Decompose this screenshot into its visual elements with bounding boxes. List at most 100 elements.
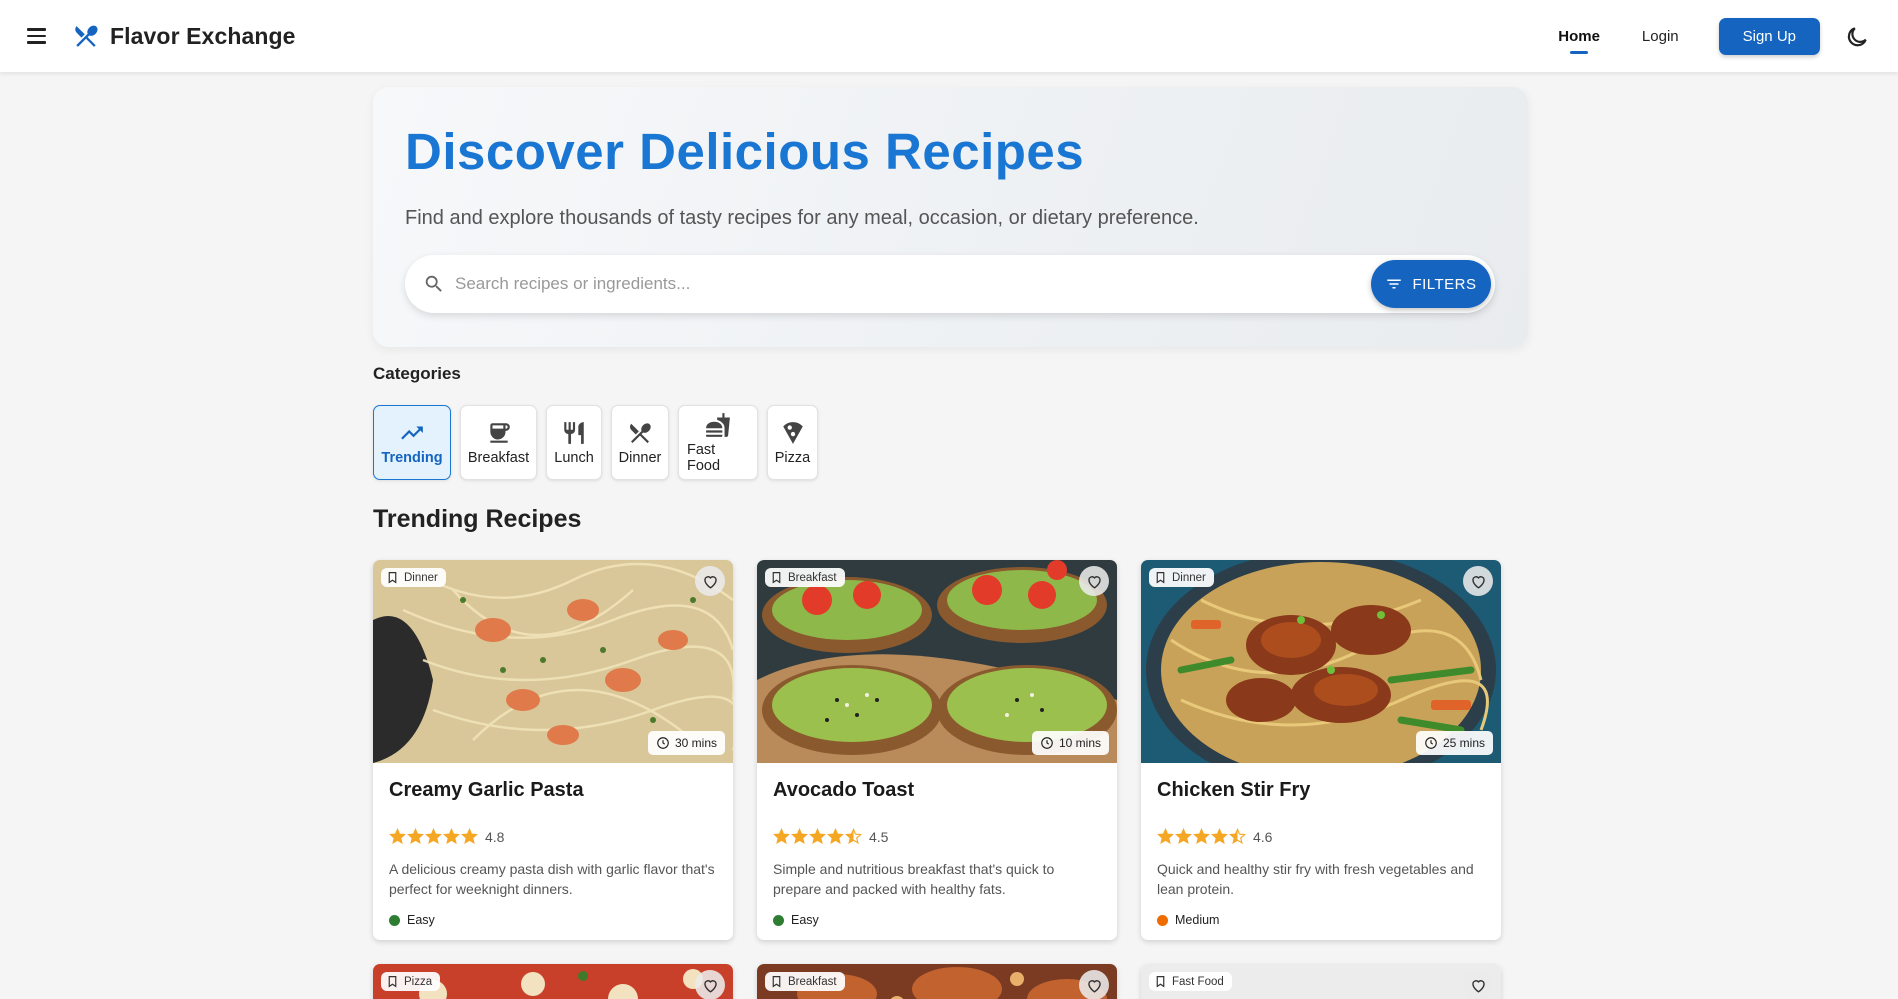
difficulty-dot <box>389 914 400 926</box>
category-tag: Breakfast <box>765 972 845 991</box>
restaurant-icon <box>564 421 584 444</box>
star-full-icon <box>461 828 478 845</box>
category-label: Lunch <box>554 449 594 466</box>
app-bar: Flavor Exchange Home Login Sign Up <box>0 0 1898 72</box>
difficulty-dot <box>1157 914 1168 926</box>
favorite-button[interactable] <box>1079 566 1109 596</box>
category-label: Breakfast <box>467 449 530 466</box>
search-icon <box>425 275 442 292</box>
star-full-icon <box>1211 828 1228 845</box>
category-label: Dinner <box>618 449 662 466</box>
hero-section: Discover Delicious Recipes Find and expl… <box>373 87 1528 347</box>
search-input[interactable] <box>455 274 1335 294</box>
category-lunch[interactable]: Lunch <box>546 405 602 480</box>
category-fast-food[interactable]: Fast Food <box>678 405 758 480</box>
category-dinner[interactable]: Dinner <box>611 405 669 480</box>
fastfood-icon <box>706 412 730 437</box>
recipe-card[interactable]: Dinner 30 mins Creamy Garlic Pasta 4.8 A… <box>373 560 733 940</box>
star-full-icon <box>809 828 826 845</box>
favorite-button[interactable] <box>695 970 725 999</box>
cook-time-badge: 25 mins <box>1415 731 1493 755</box>
recipe-card[interactable]: Pizza <box>373 964 733 999</box>
recipe-description: Quick and healthy stir fry with fresh ve… <box>1157 861 1474 897</box>
category-label: Pizza <box>774 449 811 466</box>
trending-recipes-heading: Trending Recipes <box>373 505 582 533</box>
fork-knife-logo-icon <box>75 25 98 47</box>
coffee-icon <box>489 422 510 443</box>
cook-time: 10 mins <box>1058 736 1101 750</box>
clock-icon <box>1425 737 1437 749</box>
favorite-button[interactable] <box>695 566 725 596</box>
star-rating <box>389 828 478 845</box>
recipe-card[interactable]: Breakfast 10 mins Avocado Toast 4.5 Simp… <box>757 560 1117 940</box>
heart-icon <box>1087 979 1101 993</box>
star-full-icon <box>791 828 808 845</box>
nav-login-link[interactable]: Login <box>1640 20 1681 53</box>
star-full-icon <box>827 828 844 845</box>
category-tag-label: Dinner <box>404 571 438 584</box>
clock-icon <box>657 737 669 749</box>
heart-icon <box>703 575 717 589</box>
recipe-image: Pizza <box>373 964 733 999</box>
cook-time: 25 mins <box>1442 736 1485 750</box>
recipe-description: Simple and nutritious breakfast that's q… <box>773 861 1055 897</box>
favorite-button[interactable] <box>1463 970 1493 999</box>
bookmark-icon <box>388 572 397 584</box>
heart-icon <box>1087 575 1101 589</box>
category-tag: Dinner <box>381 568 446 587</box>
bookmark-icon <box>772 976 781 988</box>
bookmark-icon <box>388 976 397 988</box>
difficulty-label: Medium <box>1175 913 1220 927</box>
bookmark-icon <box>1156 572 1165 584</box>
category-list: Trending Breakfast Lunch Dinner Fast Foo… <box>373 405 818 480</box>
category-trending[interactable]: Trending <box>373 405 451 480</box>
favorite-button[interactable] <box>1463 566 1493 596</box>
cook-time-badge: 30 mins <box>647 731 725 755</box>
recipe-image: Dinner 25 mins <box>1141 560 1501 763</box>
recipe-image: Dinner 30 mins <box>373 560 733 763</box>
pizza-icon <box>782 421 803 444</box>
category-tag: Breakfast <box>765 568 845 587</box>
cook-time: 30 mins <box>674 736 717 750</box>
difficulty: Easy <box>773 913 1101 927</box>
hero-subtitle: Find and explore thousands of tasty reci… <box>405 207 1199 229</box>
star-full-icon <box>389 828 406 845</box>
signup-button[interactable]: Sign Up <box>1718 18 1820 55</box>
menu-icon[interactable] <box>20 20 52 52</box>
brand[interactable]: Flavor Exchange <box>75 22 296 50</box>
rating-value: 4.8 <box>485 828 505 845</box>
star-full-icon <box>1157 828 1174 845</box>
heart-icon <box>1471 575 1485 589</box>
category-tag-label: Fast Food <box>1172 975 1224 988</box>
dark-mode-toggle-icon[interactable] <box>1844 24 1870 50</box>
category-breakfast[interactable]: Breakfast <box>460 405 537 480</box>
categories-heading: Categories <box>373 364 461 383</box>
category-tag: Dinner <box>1149 568 1214 587</box>
trending-up-icon <box>401 426 423 439</box>
favorite-button[interactable] <box>1079 970 1109 999</box>
recipe-image: Breakfast 10 mins <box>757 560 1117 763</box>
star-half-icon <box>845 828 862 845</box>
recipe-card[interactable]: Fast Food <box>1141 964 1501 999</box>
clock-icon <box>1041 737 1053 749</box>
rating-row: 4.5 <box>773 828 1101 845</box>
star-full-icon <box>443 828 460 845</box>
recipe-title: Chicken Stir Fry <box>1157 779 1311 801</box>
star-full-icon <box>1193 828 1210 845</box>
rating-row: 4.6 <box>1157 828 1485 845</box>
category-tag-label: Breakfast <box>788 975 837 988</box>
category-pizza[interactable]: Pizza <box>767 405 818 480</box>
filter-list-icon <box>1387 279 1402 289</box>
star-half-icon <box>1229 828 1246 845</box>
filters-button[interactable]: FILTERS <box>1371 260 1491 308</box>
nav-home-link[interactable]: Home <box>1556 20 1602 53</box>
star-full-icon <box>1175 828 1192 845</box>
heart-icon <box>703 979 717 993</box>
filters-label: FILTERS <box>1412 275 1477 293</box>
difficulty-label: Easy <box>407 913 435 927</box>
difficulty-dot <box>773 914 784 926</box>
recipe-card[interactable]: Breakfast <box>757 964 1117 999</box>
recipe-card[interactable]: Dinner 25 mins Chicken Stir Fry 4.6 Quic… <box>1141 560 1501 940</box>
recipe-image: Breakfast <box>757 964 1117 999</box>
hero-title: Discover Delicious Recipes <box>405 123 1085 180</box>
